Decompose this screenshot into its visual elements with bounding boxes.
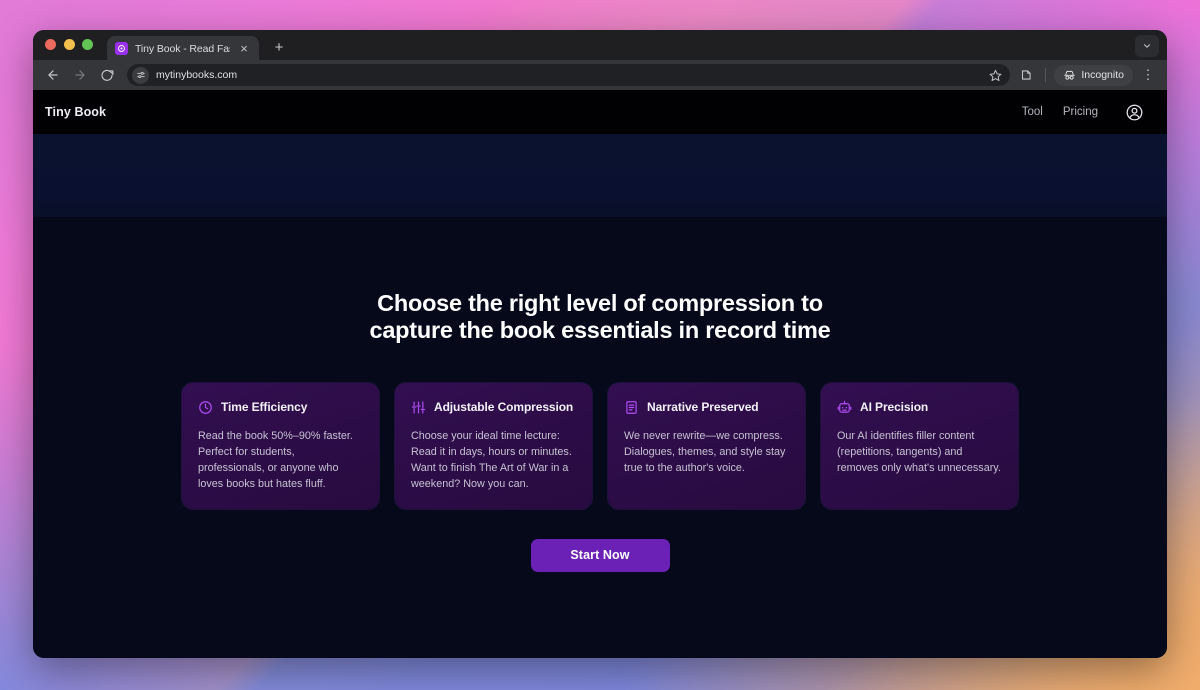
main-content: Choose the right level of compression to…: [33, 217, 1167, 572]
user-circle-icon[interactable]: [1124, 102, 1145, 123]
tune-icon[interactable]: [132, 66, 149, 84]
back-button[interactable]: [42, 64, 64, 86]
browser-tab-strip: Tiny Book - Read Faster, Sma × +: [33, 30, 1167, 61]
feature-card-header: AI Precision: [837, 400, 1002, 415]
incognito-hat-icon: [1063, 69, 1076, 82]
feature-card-title: Time Efficiency: [221, 400, 308, 415]
page-title: Choose the right level of compression to…: [33, 290, 1167, 345]
feature-card: AI Precision Our AI identifies filler co…: [821, 382, 1018, 509]
extensions-icon[interactable]: [1015, 64, 1037, 86]
feature-card: Time Efficiency Read the book 50%–90% fa…: [182, 382, 379, 509]
star-icon[interactable]: [985, 65, 1005, 85]
reload-button[interactable]: [96, 64, 118, 86]
incognito-indicator[interactable]: Incognito: [1054, 64, 1133, 86]
maximize-window-button[interactable]: [82, 38, 93, 50]
feature-card-header: Narrative Preserved: [624, 400, 789, 415]
feature-card-header: Adjustable Compression: [411, 400, 576, 415]
clock-icon: [198, 400, 213, 415]
browser-menu-button[interactable]: ⋮: [1138, 64, 1158, 86]
browser-toolbar: mytinybooks.com Incognito ⋮: [33, 60, 1167, 90]
sliders-icon: [411, 400, 426, 415]
site-nav: Tool Pricing: [1022, 102, 1145, 123]
feature-card-title: AI Precision: [860, 400, 929, 415]
close-window-button[interactable]: [45, 38, 56, 50]
browser-tab[interactable]: Tiny Book - Read Faster, Sma ×: [107, 36, 259, 61]
page-title-line-2: capture the book essentials in record ti…: [369, 317, 831, 344]
cta-container: Start Now: [33, 538, 1167, 572]
new-tab-button[interactable]: +: [268, 36, 290, 58]
toolbar-divider: [1045, 68, 1047, 82]
feature-card: Adjustable Compression Choose your ideal…: [395, 382, 592, 509]
nav-item-pricing[interactable]: Pricing: [1063, 106, 1098, 118]
feature-card-list: Time Efficiency Read the book 50%–90% fa…: [33, 382, 1167, 509]
site-header: Tiny Book Tool Pricing: [33, 90, 1167, 134]
browser-window: Tiny Book - Read Faster, Sma × + mytinyb…: [33, 30, 1167, 658]
start-now-button[interactable]: Start Now: [530, 538, 670, 572]
feature-card-body: Choose your ideal time lecture: Read it …: [411, 429, 572, 491]
forward-button[interactable]: [69, 64, 91, 86]
feature-card-title: Narrative Preserved: [647, 400, 759, 415]
address-bar-url: mytinybooks.com: [156, 69, 238, 81]
browser-tab-title: Tiny Book - Read Faster, Sma: [135, 42, 230, 55]
site-brand[interactable]: Tiny Book: [45, 105, 106, 119]
page-title-line-1: Choose the right level of compression to: [377, 290, 823, 316]
minimize-window-button[interactable]: [63, 38, 75, 50]
hero-band: [33, 134, 1167, 217]
close-icon[interactable]: ×: [237, 42, 251, 56]
nav-item-tool[interactable]: Tool: [1022, 106, 1043, 118]
window-traffic-lights: [45, 30, 93, 60]
tiny-book-favicon: [115, 42, 128, 55]
robot-icon: [837, 400, 852, 415]
feature-card-body: Read the book 50%–90% faster. Perfect fo…: [198, 429, 353, 491]
feature-card-title: Adjustable Compression: [434, 400, 574, 415]
book-icon: [624, 400, 639, 415]
feature-card-header: Time Efficiency: [198, 400, 363, 415]
chevron-down-icon[interactable]: [1135, 35, 1159, 57]
feature-card-body: We never rewrite—we compress. Dialogues,…: [624, 429, 786, 475]
page-viewport: Tiny Book Tool Pricing Choose the right …: [33, 90, 1167, 658]
incognito-label: Incognito: [1081, 69, 1124, 81]
feature-card-body: Our AI identifies filler content (repeti…: [837, 429, 1001, 475]
feature-card: Narrative Preserved We never rewrite—we …: [608, 382, 805, 509]
address-bar[interactable]: mytinybooks.com: [127, 64, 1011, 86]
